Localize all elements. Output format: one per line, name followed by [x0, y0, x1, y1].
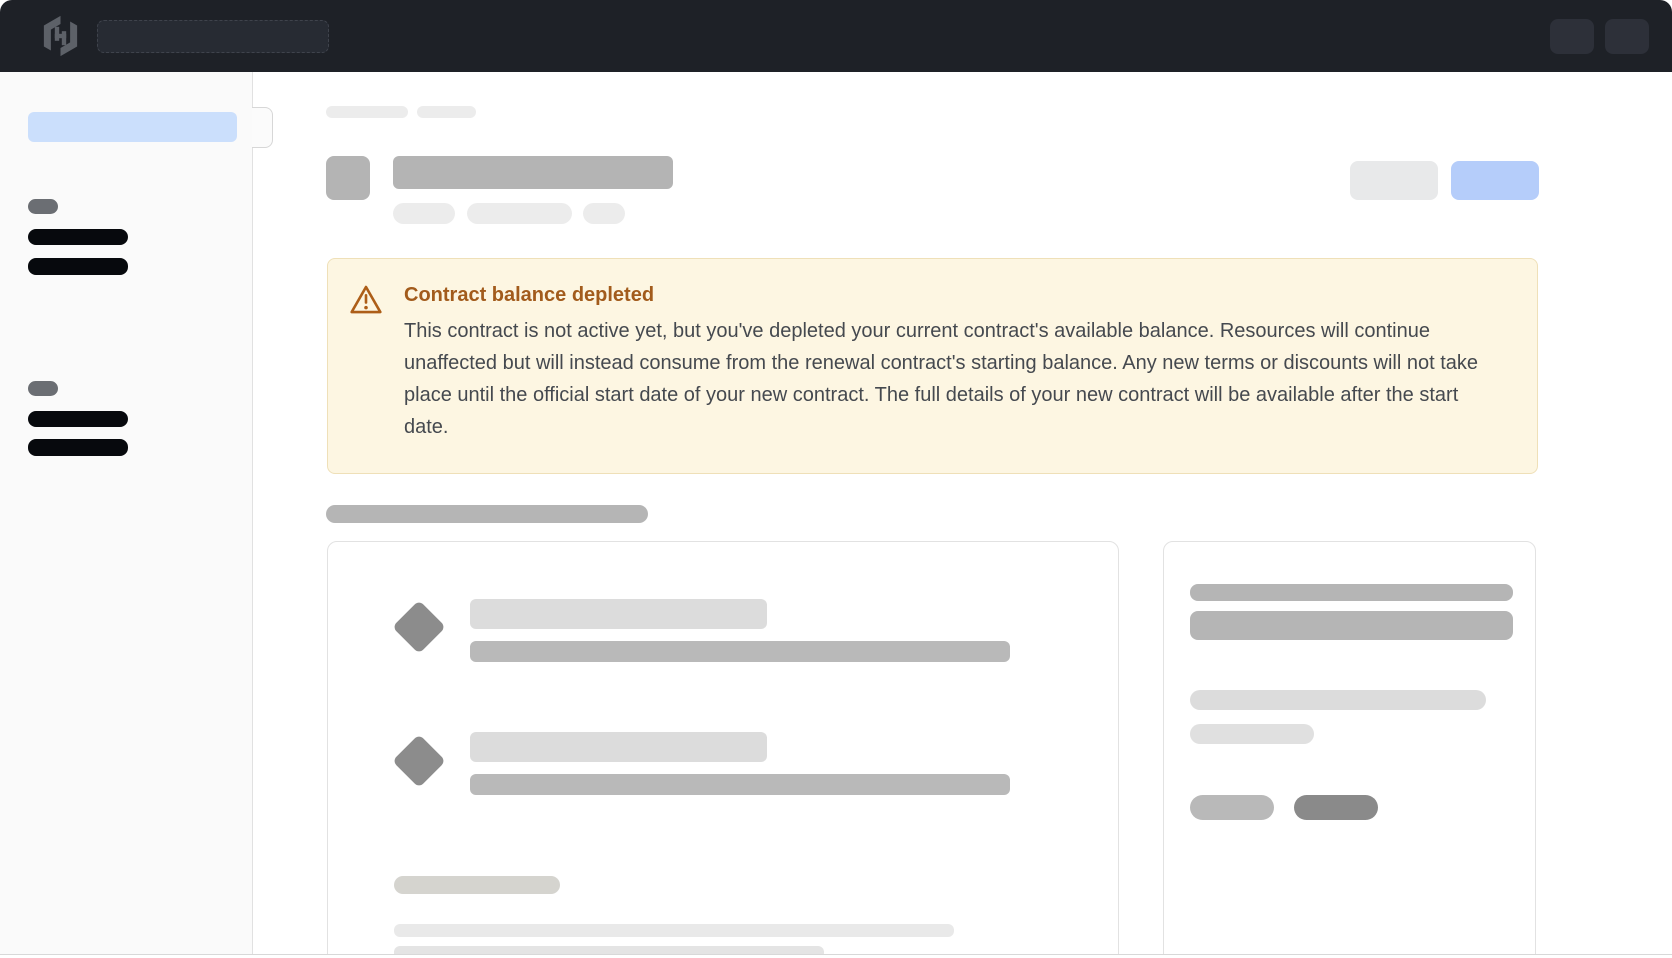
- contract-list-card: [327, 541, 1119, 955]
- page-meta-pill-skeleton-2: [467, 203, 572, 224]
- page-meta-pill-skeleton-1: [393, 203, 455, 224]
- primary-button-skeleton[interactable]: [1451, 161, 1539, 200]
- diamond-icon: [392, 734, 446, 788]
- alert-message: This contract is not active yet, but you…: [404, 315, 1497, 443]
- sidebar-item-skeleton[interactable]: [28, 411, 128, 427]
- list-item-subtitle-skeleton: [470, 774, 1010, 795]
- list-item-title-skeleton: [470, 599, 767, 629]
- list-item-subtitle-skeleton: [470, 641, 1010, 662]
- page-meta-pill-skeleton-3: [583, 203, 625, 224]
- hashicorp-logo-icon[interactable]: [38, 15, 83, 57]
- breadcrumb-skeleton-2[interactable]: [417, 106, 476, 118]
- warning-alert: Contract balance depleted This contract …: [327, 258, 1538, 474]
- card-footer-line-skeleton-2: [394, 946, 824, 955]
- breadcrumb-skeleton-1[interactable]: [326, 106, 408, 118]
- search-input-skeleton[interactable]: [97, 20, 329, 53]
- page-icon-skeleton: [326, 156, 370, 200]
- summary-line-skeleton-2: [1190, 724, 1314, 744]
- app-window: Contract balance depleted This contract …: [0, 0, 1672, 955]
- alert-title: Contract balance depleted: [404, 282, 1497, 308]
- sidebar-item-skeleton[interactable]: [28, 439, 128, 456]
- page-title-skeleton: [393, 156, 673, 189]
- alert-content: Contract balance depleted This contract …: [404, 282, 1497, 443]
- topbar-action-skeleton-1[interactable]: [1550, 19, 1594, 54]
- top-navigation-bar: [0, 0, 1672, 72]
- summary-heading-skeleton: [1190, 611, 1513, 640]
- diamond-icon: [392, 600, 446, 654]
- section-title-skeleton: [326, 505, 648, 523]
- sidebar-toggle-handle[interactable]: [252, 107, 273, 148]
- card-footer-label-skeleton: [394, 876, 560, 894]
- card-footer-line-skeleton-1: [394, 924, 954, 937]
- sidebar-item-skeleton[interactable]: [28, 229, 128, 245]
- topbar-action-skeleton-2[interactable]: [1605, 19, 1649, 54]
- sidebar-group-label-skeleton-2: [28, 381, 58, 396]
- sidebar-group-label-skeleton-1: [28, 199, 58, 214]
- alert-triangle-icon: [349, 282, 383, 443]
- secondary-button-skeleton[interactable]: [1350, 161, 1438, 200]
- summary-title-skeleton: [1190, 584, 1513, 601]
- summary-card: [1163, 541, 1536, 955]
- sidebar-item-active-skeleton[interactable]: [28, 112, 237, 142]
- tag-pill-skeleton-2[interactable]: [1294, 795, 1378, 820]
- summary-line-skeleton-1: [1190, 690, 1486, 710]
- list-item-title-skeleton: [470, 732, 767, 762]
- tag-pill-skeleton-1[interactable]: [1190, 795, 1274, 820]
- sidebar-item-skeleton[interactable]: [28, 258, 128, 275]
